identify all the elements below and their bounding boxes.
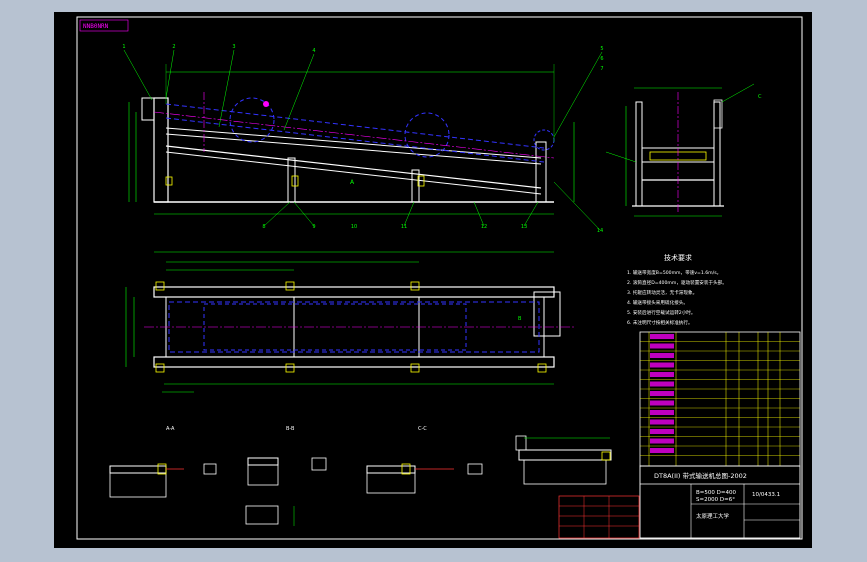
svg-text:5. 安装后进行空载试运转2小时。: 5. 安装后进行空载试运转2小时。 (627, 309, 696, 316)
part-label-3: 3 (232, 44, 235, 50)
section-details (109, 435, 612, 526)
part-label-5: 5 (600, 46, 603, 52)
parts-row-code-mark (650, 419, 674, 425)
drawing-border (76, 16, 803, 540)
title-block: DT8A(II) 带式输送机总图-2002 B=500 D=400 S=2000… (558, 465, 801, 539)
svg-text:技术要求: 技术要求 (664, 253, 692, 262)
parts-row-code-mark (650, 343, 674, 349)
cad-viewport[interactable]: NNB0NRN 技术要求 1. 输送带宽度B=500mm，带速v=1.6m/s。… (54, 12, 812, 548)
elevation-marker: A (350, 179, 355, 186)
part-label-12: 12 (481, 224, 487, 230)
parts-row-code-mark (650, 334, 674, 339)
part-balloons: 1 2 34 5678 9 10 11 12 1314 (122, 44, 603, 234)
part-label-14: 14 (597, 228, 603, 234)
svg-text:6. 未注明尺寸按相关标准执行。: 6. 未注明尺寸按相关标准执行。 (627, 319, 693, 326)
svg-text:2. 滚筒直径D=400mm，驱动装置安装于头部。: 2. 滚筒直径D=400mm，驱动装置安装于头部。 (627, 279, 727, 286)
parts-row-code-mark (650, 410, 674, 415)
part-label-11: 11 (401, 224, 407, 230)
part-label-13: 13 (521, 224, 527, 230)
plan-marker: B (518, 316, 522, 322)
drawing-number: 10/0433.1 (752, 492, 780, 498)
view-labels: A-A B-B C-C A B C (166, 94, 762, 432)
part-label-6: 6 (600, 56, 603, 62)
parts-row-code-mark (650, 381, 674, 387)
parts-list (639, 331, 801, 467)
corner-stamp: NNB0NRN (83, 23, 109, 30)
part-label-8: 8 (262, 224, 265, 230)
part-label-4: 4 (312, 48, 315, 54)
part-label-2: 2 (172, 44, 175, 50)
end-view-marker: C (758, 94, 762, 100)
section-label-a: A-A (166, 426, 175, 432)
parts-row-code-mark (650, 353, 674, 358)
part-label-9: 9 (312, 224, 315, 230)
parts-row-code-mark (650, 362, 674, 368)
elevation-view (123, 49, 603, 231)
part-label-1: 1 (122, 44, 125, 50)
svg-text:3. 托辊应转动灵活，无卡滞现象。: 3. 托辊应转动灵活，无卡滞现象。 (627, 289, 697, 296)
section-label-b: B-B (286, 426, 295, 432)
parts-row-code-mark (650, 400, 674, 406)
parts-row-code-mark (650, 448, 674, 453)
unit-name: 太原理工大学 (696, 512, 730, 520)
section-label-c: C-C (418, 426, 427, 432)
drawing-title: DT8A(II) 带式输送机总图-2002 (654, 471, 747, 480)
spec-line-2: S=2000 D=6° (696, 497, 735, 503)
cad-drawing: NNB0NRN 技术要求 1. 输送带宽度B=500mm，带速v=1.6m/s。… (76, 16, 803, 540)
svg-text:4. 输送带接头采用硫化接头。: 4. 输送带接头采用硫化接头。 (627, 299, 688, 306)
parts-row-code-mark (650, 429, 674, 434)
part-label-10: 10 (351, 224, 357, 230)
parts-row-code-mark (650, 372, 674, 377)
plan-view (125, 251, 574, 393)
svg-text:1. 输送带宽度B=500mm，带速v=1.6m/s。: 1. 输送带宽度B=500mm，带速v=1.6m/s。 (627, 269, 721, 276)
tech-requirements: 技术要求 1. 输送带宽度B=500mm，带速v=1.6m/s。 2. 滚筒直径… (627, 253, 727, 326)
parts-row-code-mark (650, 438, 674, 444)
spec-line-1: B=500 D=400 (696, 490, 736, 496)
parts-row-code-mark (650, 391, 674, 396)
end-view (605, 83, 755, 217)
part-label-7: 7 (600, 66, 603, 72)
